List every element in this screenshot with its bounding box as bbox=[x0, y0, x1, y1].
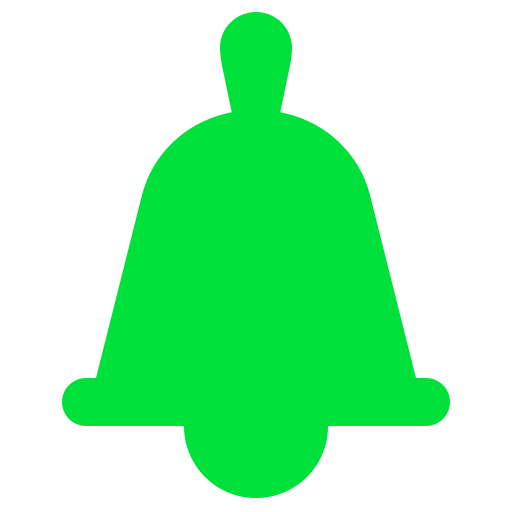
icon-canvas bbox=[0, 0, 512, 512]
bell-icon bbox=[0, 0, 512, 512]
bell-clapper bbox=[184, 420, 328, 498]
bell-stem bbox=[220, 12, 292, 118]
bell-rim bbox=[62, 378, 450, 426]
bell-body bbox=[96, 110, 416, 378]
